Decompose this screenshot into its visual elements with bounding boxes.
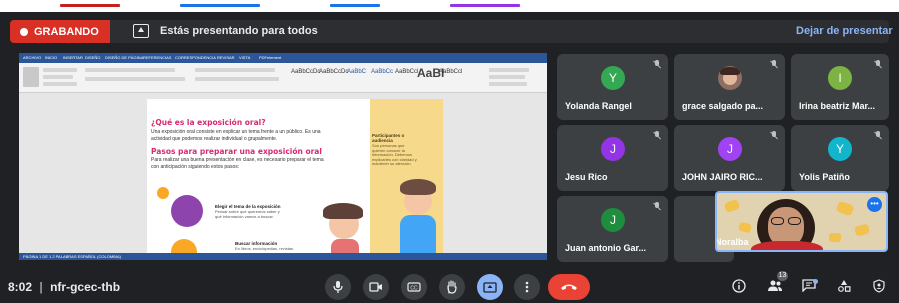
ribbon-tab: CORRESPONDENCIA: [175, 55, 216, 60]
activities-button[interactable]: [835, 279, 853, 295]
mic-off-icon: [874, 131, 882, 140]
presenting-status: Estás presentando para todos: [160, 25, 318, 37]
ribbon-tab: ARCHIVO: [23, 55, 42, 60]
shared-screen: ARCHIVO INICIO INSERTAR DISEÑO DISEÑO DE…: [19, 53, 547, 260]
participant-tile[interactable]: J Jesu Rico: [557, 125, 668, 191]
participant-name: Irina beatriz Mar...: [799, 101, 876, 111]
raise-hand-icon: [447, 280, 457, 294]
step-number-icon: [157, 187, 169, 199]
participant-tile[interactable]: J Juan antonio Gar...: [557, 196, 668, 262]
ribbon-style: AaBbCcl: [439, 69, 463, 75]
note-text: Son personas que quieren conocer la info…: [372, 143, 417, 166]
step-text: En libros, enciclopedias, revistas.: [235, 246, 295, 251]
meeting-time: 8:02: [8, 280, 33, 294]
meeting-info: 8:02 | nfr-gcec-thb: [8, 280, 120, 294]
ribbon-tab: DISEÑO DE PÁGINA: [105, 55, 144, 60]
page-paragraph: Una exposición oral consiste en explicar…: [151, 129, 321, 142]
ribbon-style: AaBbCcDc: [291, 69, 321, 75]
mic-off-icon: [770, 60, 778, 69]
mic-off-icon: [653, 202, 661, 211]
avatar: Y: [601, 66, 625, 90]
browser-tab-strip: [0, 0, 899, 12]
ribbon-tab: REFERENCIAS: [143, 55, 172, 60]
svg-text:CC: CC: [410, 285, 418, 291]
meeting-separator: |: [39, 280, 43, 294]
avatar: Y: [828, 137, 852, 161]
step-text: Pensar sobre qué queremos saber y qué in…: [215, 209, 280, 219]
recording-label: GRABANDO: [34, 25, 99, 38]
word-ribbon-tabs: ARCHIVO INICIO INSERTAR DISEÑO DISEÑO DE…: [19, 53, 547, 63]
stop-presenting-button[interactable]: Dejar de presentar: [796, 25, 893, 37]
more-options-button[interactable]: [514, 274, 540, 300]
participant-tile[interactable]: Y Yolis Patiño: [791, 125, 889, 191]
camera-button[interactable]: [363, 274, 389, 300]
step-illustration: [171, 195, 203, 227]
participant-name: Yolanda Rangel: [565, 101, 632, 111]
word-ribbon: AaBbCcDc AaBbCcDc AaBbC AaBbCc AaBbCcl A…: [19, 63, 547, 93]
avatar: J: [601, 208, 625, 232]
mic-icon: [333, 281, 343, 293]
self-view-tile[interactable]: Noralba •••: [715, 191, 888, 252]
participants-button[interactable]: [766, 279, 784, 295]
ribbon-style: AaBbCcDc: [319, 69, 349, 75]
present-icon: [483, 281, 497, 293]
captions-button[interactable]: CC: [401, 274, 427, 300]
page-illustration-panel: [370, 99, 443, 257]
avatar: J: [601, 137, 625, 161]
ribbon-tab: DISEÑO: [85, 55, 101, 60]
participant-count-badge: 13: [777, 271, 788, 281]
ribbon-tab: INICIO: [45, 55, 58, 60]
present-screen-icon: [133, 24, 149, 38]
avatar: J: [718, 137, 742, 161]
present-now-button[interactable]: [477, 274, 503, 300]
page-subtitle: Pasos para preparar una exposición oral: [151, 147, 322, 156]
avatar: I: [828, 66, 852, 90]
ribbon-tab: REVISAR: [217, 55, 235, 60]
host-controls-button[interactable]: [870, 279, 888, 296]
more-vert-icon: [525, 281, 529, 293]
participant-name: Juan antonio Gar...: [565, 243, 647, 253]
chat-notification-dot: [813, 279, 818, 284]
ribbon-tab: INSERTAR: [63, 55, 83, 60]
ribbon-style: AaBbC: [347, 69, 367, 75]
mic-off-icon: [874, 60, 882, 69]
ribbon-tab: VISTA: [239, 55, 251, 60]
end-call-icon: [561, 284, 577, 290]
more-options-button[interactable]: •••: [867, 197, 882, 212]
record-dot-icon: [20, 27, 28, 36]
participant-tile[interactable]: Y Yolanda Rangel: [557, 54, 668, 120]
self-view-name: Noralba: [715, 237, 749, 247]
microphone-button[interactable]: [325, 274, 351, 300]
page-title: ¿Qué es la exposición oral?: [151, 118, 266, 127]
participant-name: JOHN JAIRO RIC...: [682, 172, 763, 182]
participant-name: Yolis Patiño: [799, 172, 850, 182]
captions-icon: CC: [407, 282, 421, 292]
ribbon-style: AaBbCc: [371, 69, 394, 75]
participant-name: grace salgado pa...: [682, 101, 764, 111]
participant-tile[interactable]: J JOHN JAIRO RIC...: [674, 125, 785, 191]
info-icon: [732, 279, 746, 293]
ribbon-tab: PDFelement: [259, 55, 282, 60]
note-title: Participantes o audiencia: [372, 133, 405, 143]
status-text: PÁGINA 1 DE 1 2 PALABRAS ESPAÑOL (COLOMB…: [23, 254, 121, 259]
leave-call-button[interactable]: [548, 274, 590, 300]
meeting-code: nfr-gcec-thb: [50, 280, 121, 294]
recording-indicator: GRABANDO: [10, 20, 110, 43]
mic-off-icon: [770, 131, 778, 140]
mic-off-icon: [653, 131, 661, 140]
participant-name: Jesu Rico: [565, 172, 608, 182]
camera-icon: [369, 282, 382, 292]
raise-hand-button[interactable]: [439, 274, 465, 300]
word-status-bar: PÁGINA 1 DE 1 2 PALABRAS ESPAÑOL (COLOMB…: [19, 253, 547, 260]
participant-tile[interactable]: grace salgado pa...: [674, 54, 785, 120]
document-page: ¿Qué es la exposición oral? Una exposici…: [147, 99, 443, 260]
mic-off-icon: [653, 60, 661, 69]
avatar: [718, 66, 742, 90]
participant-tile[interactable]: I Irina beatriz Mar...: [791, 54, 889, 120]
ribbon-style: AaBbCcl: [395, 69, 419, 75]
shapes-icon: [838, 280, 851, 292]
meeting-details-button[interactable]: [730, 279, 748, 296]
lock-person-icon: [873, 279, 885, 293]
page-paragraph: Para realizar una buena presentación en …: [151, 157, 324, 170]
